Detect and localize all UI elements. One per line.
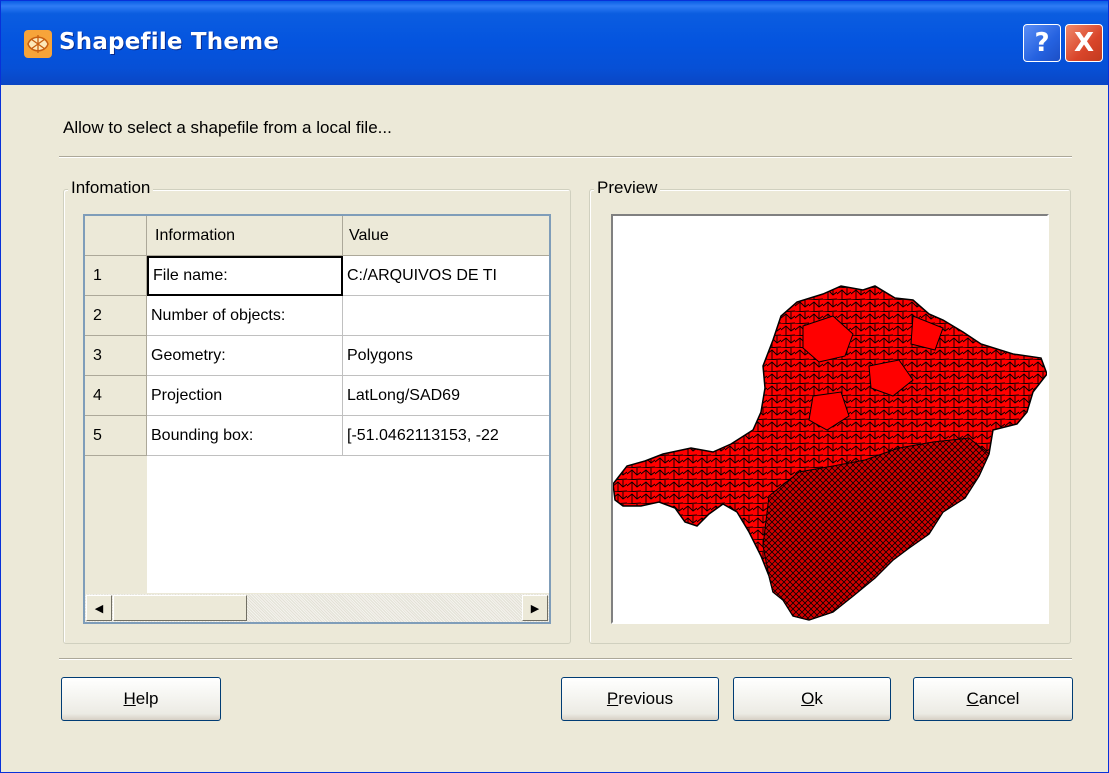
previous-button[interactable]: Previous: [561, 677, 719, 721]
cell-file-name-value[interactable]: C:/ARQUIVOS DE TI: [343, 256, 549, 296]
cell-geometry-value[interactable]: Polygons: [343, 336, 549, 376]
cell-bounding-box-value[interactable]: [-51.0462113153, -22: [343, 416, 549, 456]
cell-number-of-objects-label[interactable]: Number of objects:: [147, 296, 343, 336]
bottom-divider: [59, 658, 1072, 660]
cell-file-name-label[interactable]: File name:: [147, 256, 343, 296]
column-header-value[interactable]: Value: [343, 216, 549, 256]
horizontal-scrollbar[interactable]: ◀ ▶: [85, 593, 549, 622]
row-header-2[interactable]: 2: [85, 296, 147, 336]
information-table[interactable]: Information Value 1 File name: C:/ARQUIV…: [83, 214, 551, 624]
description-text: Allow to select a shapefile from a local…: [63, 118, 392, 137]
row-header-3[interactable]: 3: [85, 336, 147, 376]
help-title-button[interactable]: ?: [1023, 24, 1061, 62]
row-header-1[interactable]: 1: [85, 256, 147, 296]
window-title: Shapefile Theme: [59, 29, 280, 55]
help-button[interactable]: Help: [61, 677, 221, 721]
ok-button-mnemonic: O: [801, 689, 815, 708]
cancel-button-label: ancel: [978, 689, 1020, 708]
shapefile-theme-dialog: Shapefile Theme ? X Allow to select a sh…: [0, 0, 1109, 773]
arrow-right-icon: ▶: [530, 601, 540, 615]
cancel-button[interactable]: Cancel: [913, 677, 1073, 721]
information-group-legend: Infomation: [68, 178, 154, 198]
row-header-5[interactable]: 5: [85, 416, 147, 456]
cell-geometry-label[interactable]: Geometry:: [147, 336, 343, 376]
ok-button-label: k: [814, 689, 823, 708]
scroll-thumb[interactable]: [113, 595, 247, 621]
previous-button-label: revious: [618, 689, 674, 708]
ok-button[interactable]: Ok: [733, 677, 891, 721]
top-divider: [59, 156, 1072, 158]
cell-number-of-objects-value[interactable]: [343, 296, 549, 336]
scroll-left-button[interactable]: ◀: [86, 595, 112, 621]
state-polygons: [613, 285, 1047, 621]
previous-button-mnemonic: P: [606, 689, 619, 708]
cell-projection-label[interactable]: Projection: [147, 376, 343, 416]
map-preview: [611, 214, 1049, 624]
corner-header: [85, 216, 147, 256]
row-header-4[interactable]: 4: [85, 376, 147, 416]
column-header-information[interactable]: Information: [147, 216, 343, 256]
help-button-label: elp: [135, 689, 159, 708]
help-button-mnemonic: H: [123, 689, 136, 708]
preview-group-legend: Preview: [594, 178, 661, 198]
close-icon: X: [1073, 28, 1095, 58]
scroll-right-button[interactable]: ▶: [522, 595, 548, 621]
arrow-left-icon: ◀: [94, 601, 104, 615]
cell-projection-value[interactable]: LatLong/SAD69: [343, 376, 549, 416]
cancel-button-mnemonic: C: [966, 689, 979, 708]
app-icon: [24, 30, 52, 58]
title-bar[interactable]: Shapefile Theme ? X: [1, 1, 1108, 85]
shapefile-map-image: [613, 285, 1047, 621]
close-button[interactable]: X: [1065, 24, 1103, 62]
question-icon: ?: [1034, 28, 1050, 58]
cell-bounding-box-label[interactable]: Bounding box:: [147, 416, 343, 456]
